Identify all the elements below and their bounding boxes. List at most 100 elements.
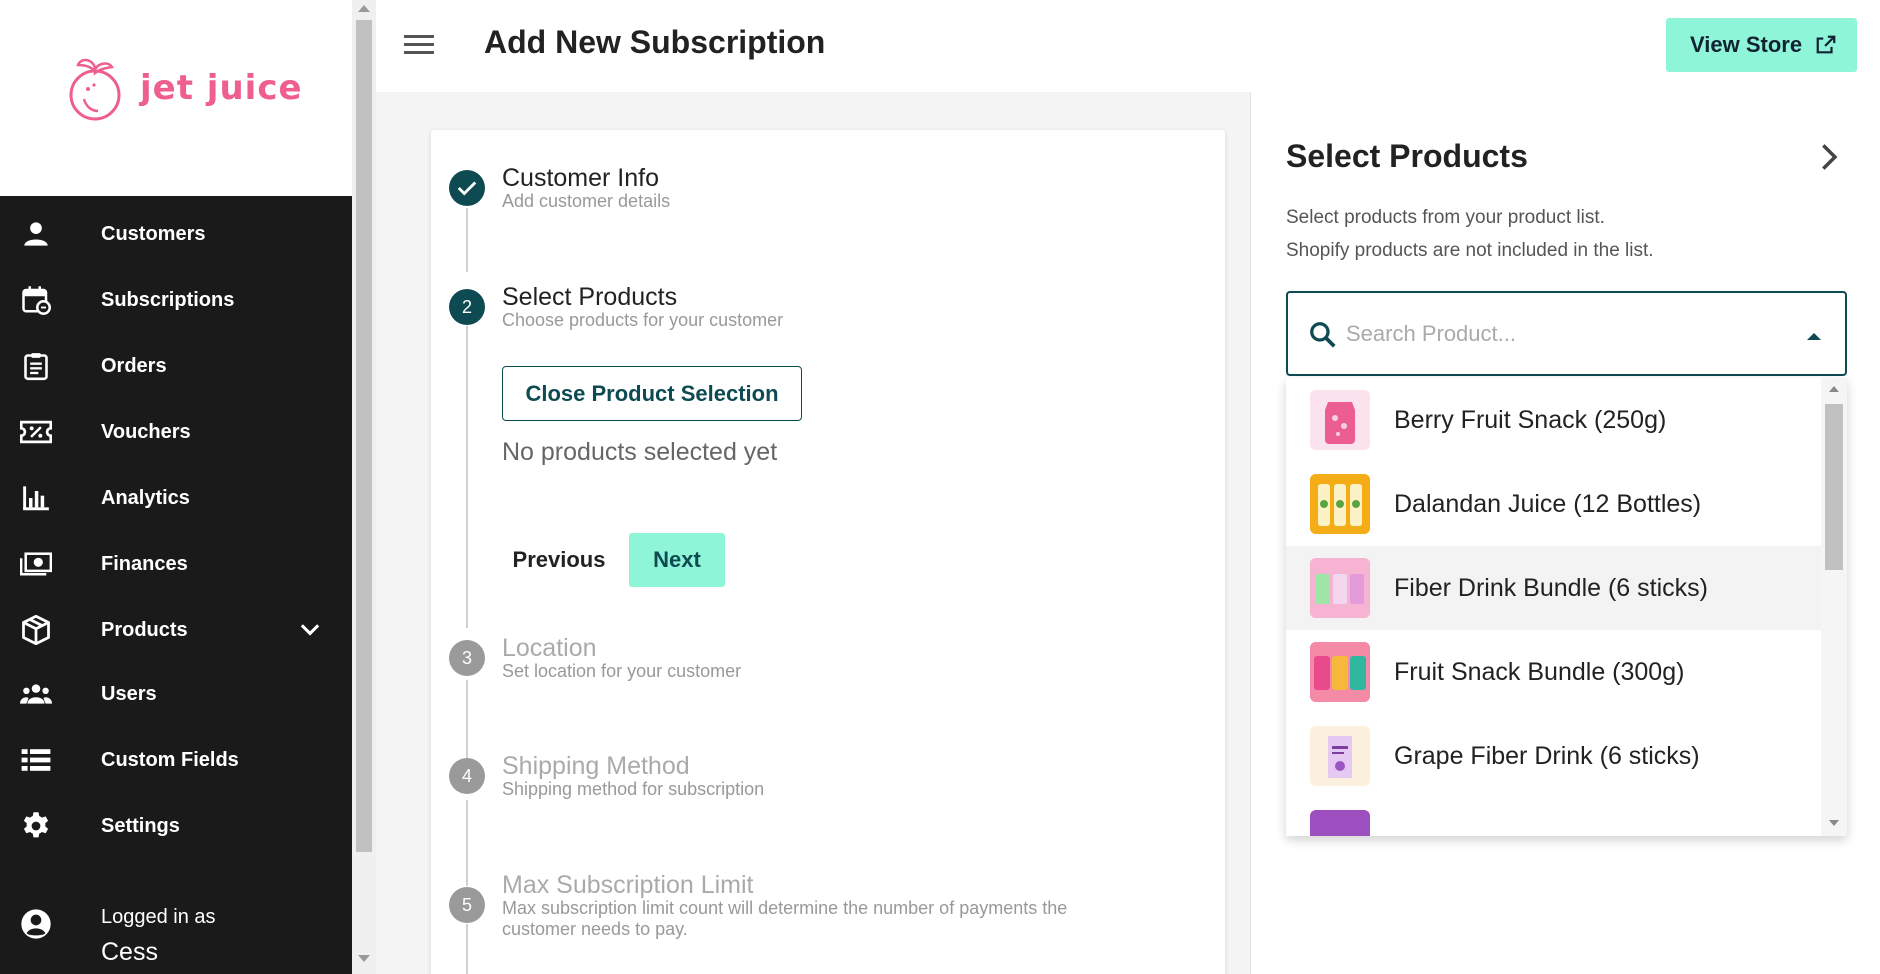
list-item[interactable]: Berry Fruit Snack (250g)	[1286, 378, 1821, 462]
no-products-text: No products selected yet	[502, 438, 778, 466]
step-4-subtitle: Shipping method for subscription	[502, 779, 765, 799]
step-2-number: 2	[449, 289, 485, 325]
chevron-down-icon[interactable]	[296, 616, 324, 644]
person-icon	[20, 218, 52, 250]
step-4-number: 4	[449, 758, 485, 794]
select-products-title: Select Products	[1286, 138, 1528, 174]
step-3-subtitle: Set location for your customer	[502, 661, 742, 681]
step-connector	[466, 680, 468, 758]
step-connector	[466, 326, 468, 628]
previous-button[interactable]: Previous	[502, 534, 616, 586]
step-1-title: Customer Info	[502, 164, 660, 192]
sidebar-item-label: Products	[101, 618, 188, 641]
view-store-button[interactable]: View Store	[1666, 18, 1857, 72]
sidebar-item-label: Customers	[101, 222, 206, 245]
product-thumbnail	[1310, 810, 1370, 836]
sidebar-item-custom-fields[interactable]: Custom Fields	[0, 732, 352, 788]
page-title: Add New Subscription	[484, 24, 826, 60]
list-item[interactable]: Grape Fiber Drink (6 sticks)	[1286, 714, 1821, 798]
sidebar-item-label: Vouchers	[101, 420, 191, 443]
user-name: Cess	[101, 938, 158, 966]
list-item[interactable]: Fiber Drink Bundle (6 sticks)	[1286, 546, 1821, 630]
step-2-title: Select Products	[502, 283, 678, 311]
menu-icon[interactable]	[404, 30, 436, 58]
list-icon	[20, 744, 52, 776]
scroll-up-arrow-icon[interactable]	[1829, 386, 1839, 392]
step-4-title: Shipping Method	[502, 752, 690, 780]
scrollbar-thumb[interactable]	[1825, 404, 1843, 570]
sidebar-item-settings[interactable]: Settings	[0, 798, 352, 854]
select-products-description-1: Select products from your product list.	[1286, 207, 1605, 228]
product-name: Dalandan Juice (12 Bottles)	[1394, 489, 1702, 518]
sidebar-item-vouchers[interactable]: Vouchers	[0, 404, 352, 460]
logo-area: jet juice	[0, 0, 352, 196]
sidebar-item-users[interactable]: Users	[0, 666, 352, 722]
step-5-title: Max Subscription Limit	[502, 871, 754, 899]
sidebar-item-customers[interactable]: Customers	[0, 206, 352, 262]
calendar-sync-icon	[20, 284, 52, 316]
sidebar-item-label: Settings	[101, 814, 180, 837]
sidebar-item-finances[interactable]: Finances	[0, 536, 352, 592]
sidebar-item-subscriptions[interactable]: Subscriptions	[0, 272, 352, 328]
sidebar-item-label: Orders	[101, 354, 167, 377]
view-store-label: View Store	[1690, 32, 1803, 57]
sidebar-item-label: Subscriptions	[101, 288, 235, 311]
product-thumbnail	[1310, 558, 1370, 618]
page-scrollbar[interactable]	[352, 0, 376, 974]
product-dropdown-list: Berry Fruit Snack (250g) Dalandan Juice …	[1286, 378, 1847, 836]
sidebar-item-orders[interactable]: Orders	[0, 338, 352, 394]
product-name: Fruit Snack Bundle (300g)	[1394, 657, 1685, 686]
scrollbar-thumb[interactable]	[356, 20, 372, 852]
step-5-subtitle-line1: Max subscription limit count will determ…	[502, 898, 1068, 918]
scroll-down-arrow-icon[interactable]	[1829, 820, 1839, 826]
list-item-partial[interactable]	[1286, 798, 1821, 836]
money-icon	[20, 548, 52, 580]
step-3-number: 3	[449, 640, 485, 676]
search-icon	[1308, 320, 1338, 355]
sidebar-item-products[interactable]: Products	[0, 602, 352, 658]
sidebar: jet juice Customers Subscriptions Orders	[0, 0, 352, 974]
chevron-right-icon[interactable]	[1814, 140, 1842, 174]
dropdown-caret-icon[interactable]	[1807, 333, 1821, 340]
group-icon	[20, 678, 52, 710]
select-products-description-2: Shopify products are not included in the…	[1286, 240, 1654, 261]
account-circle-icon	[20, 908, 52, 940]
product-thumbnail	[1310, 390, 1370, 450]
product-thumbnail	[1310, 474, 1370, 534]
step-3-title: Location	[502, 634, 597, 662]
box-icon	[20, 614, 52, 646]
sidebar-item-analytics[interactable]: Analytics	[0, 470, 352, 526]
clipboard-icon	[20, 350, 52, 382]
step-connector	[466, 924, 468, 974]
step-5-number: 5	[449, 887, 485, 923]
brand-name: jet juice	[140, 68, 303, 108]
product-name: Berry Fruit Snack (250g)	[1394, 405, 1667, 434]
product-search-field[interactable]	[1286, 291, 1847, 376]
step-1-subtitle: Add customer details	[502, 191, 671, 211]
logged-in-user[interactable]: Logged in as Cess	[0, 896, 352, 974]
step-5-subtitle-line2: customer needs to pay.	[502, 919, 688, 939]
close-product-selection-button[interactable]: Close Product Selection	[502, 366, 802, 421]
sidebar-item-label: Users	[101, 682, 157, 705]
list-item[interactable]: Dalandan Juice (12 Bottles)	[1286, 462, 1821, 546]
voucher-icon	[20, 416, 52, 448]
scroll-up-arrow-icon[interactable]	[358, 5, 370, 12]
logged-in-label: Logged in as	[101, 906, 216, 928]
dropdown-scrollbar[interactable]	[1821, 378, 1847, 836]
search-input[interactable]	[1346, 313, 1786, 355]
scroll-down-arrow-icon[interactable]	[358, 955, 370, 962]
sidebar-item-label: Custom Fields	[101, 748, 239, 771]
peach-logo-icon	[69, 58, 121, 121]
next-button[interactable]: Next	[629, 533, 725, 587]
product-name: Fiber Drink Bundle (6 sticks)	[1394, 573, 1708, 602]
list-item[interactable]: Fruit Snack Bundle (300g)	[1286, 630, 1821, 714]
brand-logo[interactable]: jet juice	[68, 55, 303, 121]
product-thumbnail	[1310, 642, 1370, 702]
step-connector	[466, 208, 468, 272]
sidebar-item-label: Analytics	[101, 486, 190, 509]
step-1-check-icon	[449, 170, 485, 206]
step-connector	[466, 800, 468, 886]
sidebar-item-label: Finances	[101, 552, 188, 575]
bar-chart-icon	[20, 482, 52, 514]
external-link-icon	[1815, 34, 1837, 62]
